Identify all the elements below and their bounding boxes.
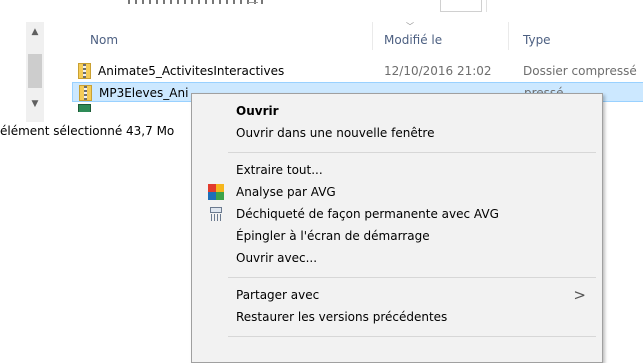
menu-item-label: Partager avec bbox=[236, 288, 320, 302]
file-type: Dossier compressé bbox=[523, 64, 637, 78]
context-menu: Ouvrir Ouvrir dans une nouvelle fenêtre … bbox=[191, 93, 603, 363]
zip-folder-icon bbox=[78, 63, 91, 79]
scroll-down-arrow-icon[interactable]: ▼ bbox=[26, 94, 44, 114]
menu-item-label: Analyse par AVG bbox=[236, 185, 336, 199]
menu-item-share-with[interactable]: Partager avec > bbox=[194, 284, 600, 306]
column-header-type[interactable]: Type bbox=[523, 32, 551, 48]
divider bbox=[486, 0, 487, 12]
zip-folder-icon bbox=[79, 85, 92, 101]
file-name: Animate5_ActivitesInteractives bbox=[98, 64, 285, 78]
menu-item-open-with[interactable]: Ouvrir avec... bbox=[194, 247, 600, 269]
menu-item-label: Ouvrir bbox=[236, 104, 279, 118]
menu-item-restore-versions[interactable]: Restaurer les versions précédentes bbox=[194, 306, 600, 328]
file-row[interactable]: Animate5_ActivitesInteractives 12/10/201… bbox=[72, 61, 643, 81]
file-name: MP3Eleves_Ani bbox=[99, 86, 189, 100]
column-header-modified[interactable]: Modifié le bbox=[384, 32, 442, 48]
menu-item-avg-scan[interactable]: Analyse par AVG bbox=[194, 181, 600, 203]
chevron-right-icon: > bbox=[573, 286, 586, 304]
column-divider[interactable] bbox=[372, 22, 373, 50]
scroll-thumb[interactable] bbox=[28, 54, 42, 88]
menu-item-open[interactable]: Ouvrir bbox=[194, 100, 600, 122]
scroll-up-arrow-icon[interactable]: ▲ bbox=[26, 22, 44, 42]
column-header-name[interactable]: Nom bbox=[90, 32, 118, 48]
toolbar-cropped bbox=[0, 0, 643, 12]
menu-item-pin-start[interactable]: Épingler à l'écran de démarrage bbox=[194, 225, 600, 247]
avg-icon bbox=[208, 184, 224, 200]
menu-item-label: Extraire tout... bbox=[236, 163, 323, 177]
shredder-icon bbox=[208, 206, 224, 222]
menu-separator bbox=[228, 277, 596, 278]
menu-item-label: Ouvrir avec... bbox=[236, 251, 318, 265]
sort-descending-icon: ﹀ bbox=[406, 22, 414, 31]
menu-item-label: Restaurer les versions précédentes bbox=[236, 310, 448, 324]
cropped-text bbox=[128, 0, 268, 4]
menu-item-extract-all[interactable]: Extraire tout... bbox=[194, 159, 600, 181]
column-divider[interactable] bbox=[508, 22, 509, 50]
menu-item-label: Déchiqueté de façon permanente avec AVG bbox=[236, 207, 499, 221]
cropped-dash bbox=[248, 2, 258, 3]
vertical-scrollbar[interactable]: ▲ ▼ bbox=[26, 22, 44, 122]
file-icon bbox=[78, 104, 91, 112]
menu-item-open-new-window[interactable]: Ouvrir dans une nouvelle fenêtre bbox=[194, 122, 600, 144]
menu-separator bbox=[228, 336, 596, 337]
status-bar: élément sélectionné 43,7 Mo bbox=[0, 124, 175, 138]
menu-item-avg-shred[interactable]: Déchiqueté de façon permanente avec AVG bbox=[194, 203, 600, 225]
file-modified: 12/10/2016 21:02 bbox=[384, 64, 492, 78]
menu-item-label: Épingler à l'écran de démarrage bbox=[236, 229, 430, 243]
menu-item-label: Ouvrir dans une nouvelle fenêtre bbox=[236, 126, 435, 140]
search-box-cropped[interactable] bbox=[440, 0, 482, 12]
menu-separator bbox=[228, 152, 596, 153]
